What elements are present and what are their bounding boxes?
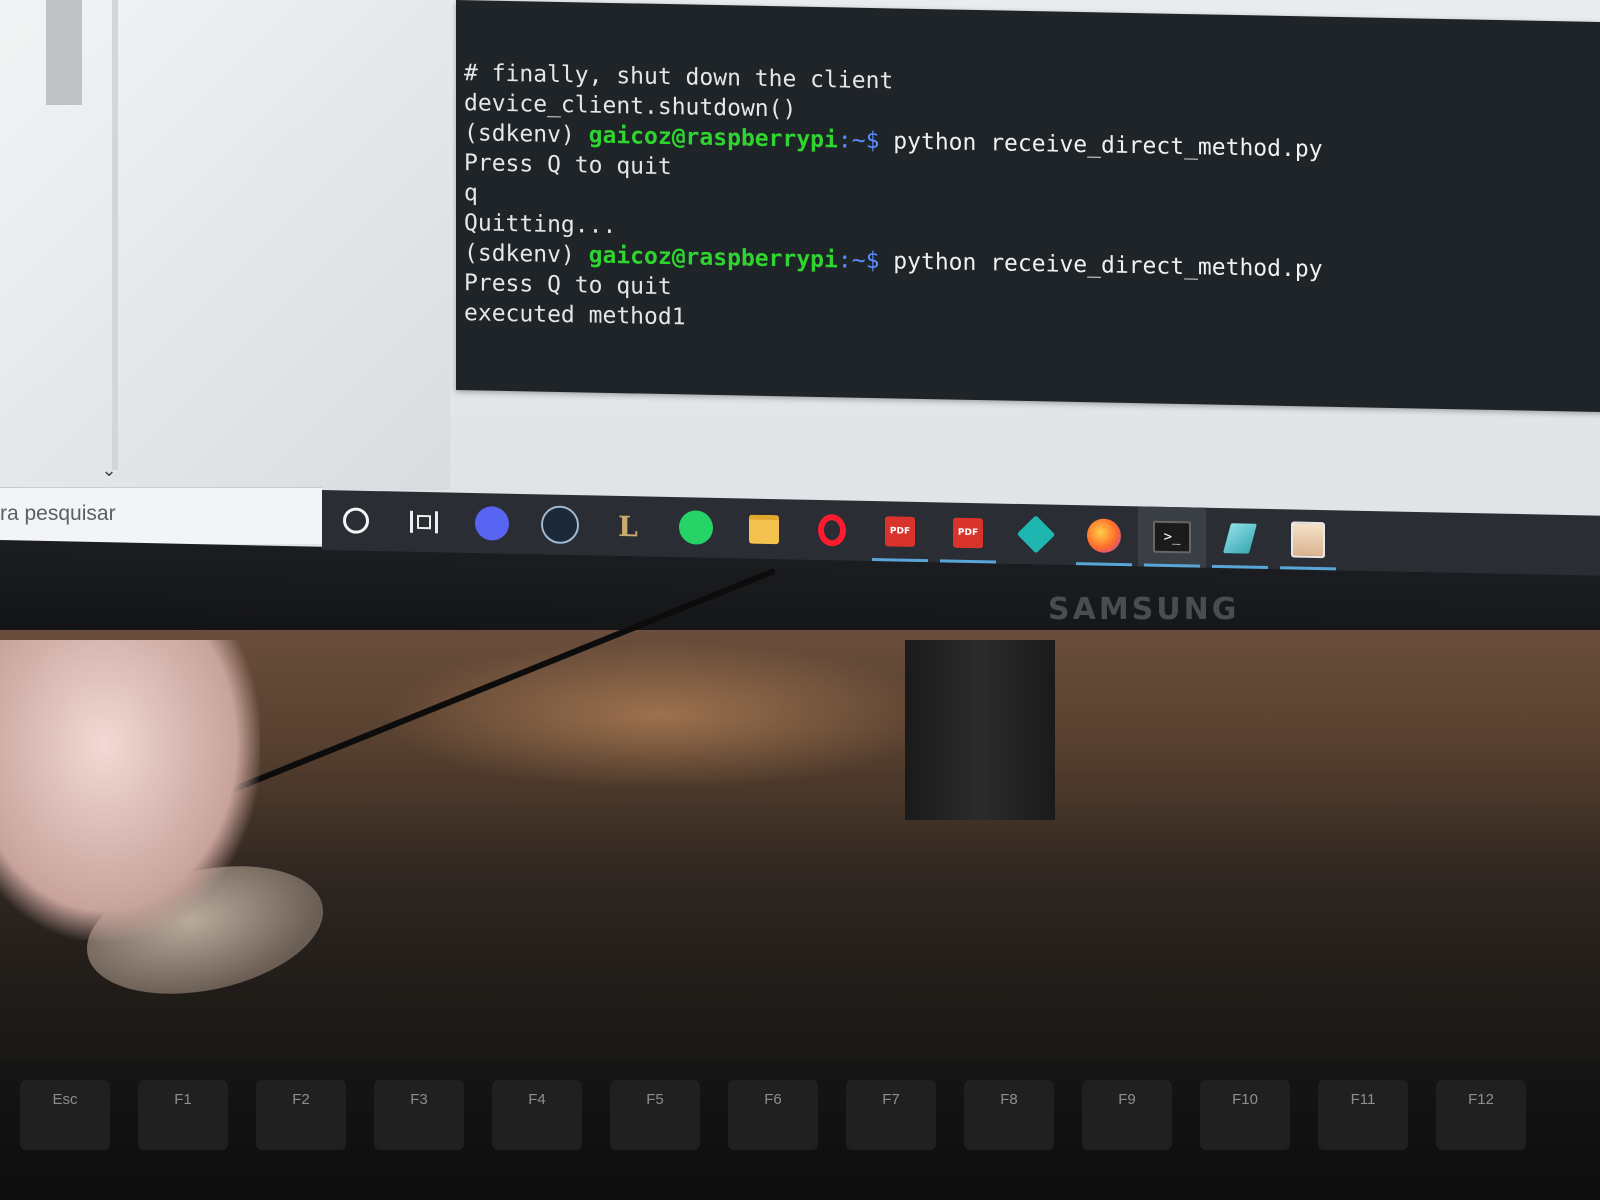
taskbar-item[interactable] [662,497,730,558]
taskbar-item[interactable] [1274,509,1342,571]
prompt-user: gaicoz@raspberrypi [588,122,838,154]
taskbar-item[interactable] [1206,508,1274,569]
whatsapp-icon [679,510,713,545]
monitor-brand-logo: SAMSUNG [1048,592,1240,627]
3d-cube-app-icon [1016,515,1056,554]
taskbar-item[interactable] [526,494,594,555]
pdf-viewer-icon: PDF [953,517,983,549]
discord-icon [475,506,509,541]
scrollbar-thumb[interactable] [46,0,82,105]
keyboard-key: F1 [138,1080,228,1150]
prompt-path: :~ [837,247,866,274]
prompt-env: (sdkenv) [464,120,589,149]
keyboard-key: F11 [1318,1080,1408,1150]
file-explorer-icon [749,514,779,544]
keyboard-key: F7 [846,1080,936,1150]
prompt-user: gaicoz@raspberrypi [588,242,838,274]
cortana-icon [343,507,369,534]
prompt-dollar: $ [865,127,894,155]
keyboard-key: F12 [1436,1080,1526,1150]
prompt-dollar: $ [865,247,894,275]
taskbar-item[interactable]: >_ [1138,506,1206,568]
terminal-icon: >_ [1153,520,1191,554]
notes-app-icon [1222,523,1258,554]
league-of-legends-icon: L [618,509,638,543]
task-view-icon [410,510,438,534]
pane-divider [112,0,118,470]
taskbar-item[interactable] [458,493,526,554]
steam-icon [541,505,579,545]
keyboard-key: F2 [256,1080,346,1150]
taskbar-item[interactable] [1070,505,1138,567]
taskbar-item[interactable] [322,490,390,551]
taskbar-item[interactable] [390,491,458,552]
opera-icon [818,513,846,547]
keyboard-key: F4 [492,1080,582,1150]
chevron-down-icon[interactable]: ⌄ [98,460,120,482]
taskbar-item[interactable]: PDF [934,502,1002,564]
search-placeholder: ra pesquisar [0,502,116,525]
prompt-path: :~ [837,127,866,154]
figurine [0,640,260,940]
pdf-viewer-icon: PDF [885,516,915,547]
taskbar-item[interactable] [1002,504,1070,565]
terminal-output: # finally, shut down the client device_cl… [464,58,1323,344]
terminal-window[interactable]: # finally, shut down the client device_cl… [456,0,1600,413]
taskbar-item[interactable]: PDF [866,501,934,563]
prompt-env: (sdkenv) [464,240,589,269]
keyboard-key: Esc [20,1080,110,1150]
command-text: python receive_direct_method.py [893,248,1323,283]
keyboard-key: F5 [610,1080,700,1150]
wall-light [380,640,940,790]
keyboard-key: F10 [1200,1080,1290,1150]
taskbar-item[interactable] [798,500,866,561]
monitor-screen: ⌄ # finally, shut down the client device_… [0,0,1600,560]
taskbar-item[interactable]: L [594,495,662,556]
keyboard-key: F9 [1082,1080,1172,1150]
background-window: ⌄ [0,0,450,490]
search-box[interactable]: ra pesquisar [0,487,322,544]
firefox-icon [1087,518,1121,554]
keyboard-key: F8 [964,1080,1054,1150]
avatar-app-icon [1291,521,1325,559]
keyboard-key: F3 [374,1080,464,1150]
keyboard-key: F6 [728,1080,818,1150]
command-text: python receive_direct_method.py [893,128,1323,163]
taskbar-item[interactable] [730,498,798,559]
monitor-stand [905,640,1055,820]
